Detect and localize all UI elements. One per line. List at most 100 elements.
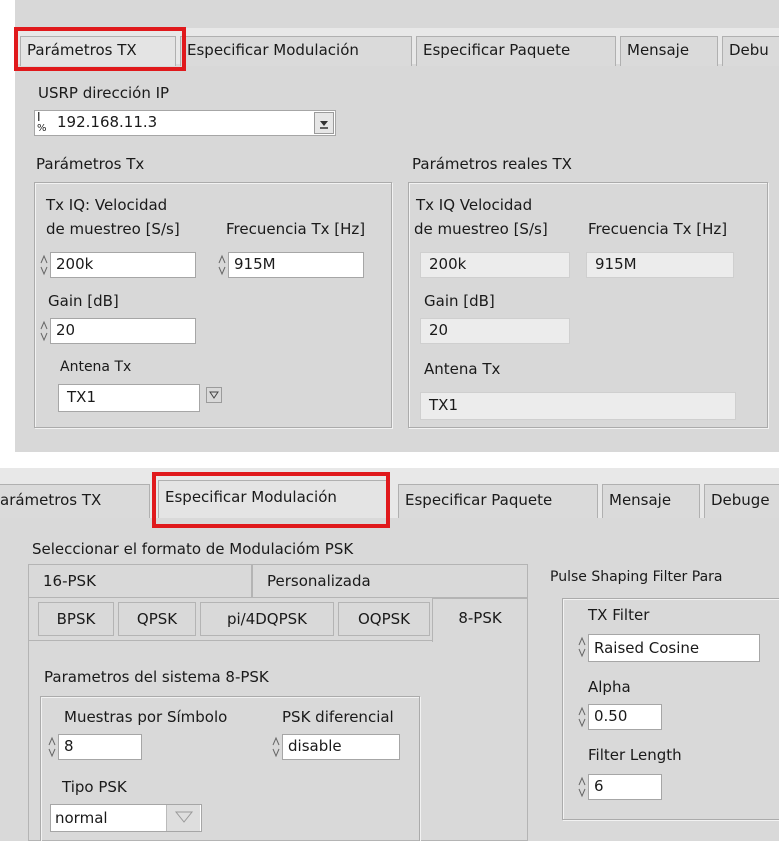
tx-filter-value: Raised Cosine — [594, 639, 700, 657]
freq-value: 915M — [234, 255, 276, 273]
real-gain-display: 20 — [420, 318, 570, 344]
gain-label: Gain [dB] — [48, 292, 119, 310]
gain-input[interactable]: 20 — [50, 318, 196, 344]
rate-label-2: de muestreo [S/s] — [46, 220, 180, 238]
tab-label: Especificar Paquete — [423, 41, 571, 59]
real-freq-display: 915M — [586, 252, 734, 278]
length-label: Filter Length — [588, 746, 682, 764]
alpha-value: 0.50 — [594, 707, 628, 725]
bottom-tab-parametros-tx[interactable]: arámetros TX — [0, 484, 150, 518]
freq-spinner[interactable] — [218, 252, 226, 278]
tx-filter-input[interactable]: Raised Cosine — [588, 634, 760, 662]
tab-label: QPSK — [136, 610, 178, 628]
real-rate-value: 200k — [429, 255, 467, 273]
top-tab-especificar-paquete[interactable]: Especificar Paquete — [416, 36, 616, 66]
samples-input[interactable]: 8 — [58, 734, 142, 760]
samples-value: 8 — [64, 737, 74, 755]
tab-label: Especificar Paquete — [405, 491, 553, 509]
length-input[interactable]: 6 — [588, 774, 662, 800]
real-antenna-display: TX1 — [420, 392, 736, 420]
tx-filter-label: TX Filter — [588, 606, 650, 624]
top-tab-debug[interactable]: Debu — [722, 36, 779, 66]
rate-spinner[interactable] — [40, 252, 48, 278]
real-title: Parámetros reales TX — [412, 155, 572, 173]
antenna-value: TX1 — [67, 388, 96, 406]
freq-label: Frecuencia Tx [Hz] — [226, 220, 366, 238]
ip-value: 192.168.11.3 — [57, 113, 158, 131]
gain-value: 20 — [56, 321, 76, 339]
tab-label: Personalizada — [267, 572, 371, 590]
rate-input[interactable]: 200k — [50, 252, 196, 278]
psk-tab-oqpsk[interactable]: OQPSK — [338, 602, 430, 636]
system-title: Parametros del sistema 8-PSK — [44, 668, 269, 686]
psk-tab-divider — [28, 640, 432, 641]
real-gain-value: 20 — [429, 321, 449, 339]
type-value: normal — [55, 809, 108, 827]
tab-label: Especificar Modulación — [165, 488, 337, 506]
type-label: Tipo PSK — [62, 778, 127, 796]
real-rate-display: 200k — [420, 252, 570, 278]
type-dropdown-button[interactable] — [166, 805, 200, 831]
alpha-label: Alpha — [588, 678, 631, 696]
tab-label: Debu — [729, 41, 769, 59]
ip-label: USRP dirección IP — [38, 84, 170, 102]
samples-spinner[interactable] — [48, 734, 56, 760]
diff-input[interactable]: disable — [282, 734, 400, 760]
tab-label: pi/4DQPSK — [226, 610, 308, 628]
top-tab-parametros-tx[interactable]: Parámetros TX — [20, 36, 176, 66]
tx-filter-spinner[interactable] — [578, 634, 586, 660]
psk-tab-qpsk[interactable]: QPSK — [118, 602, 196, 636]
top-tab-especificar-modulacion[interactable]: Especificar Modulación — [180, 36, 412, 66]
antenna-dropdown-button[interactable] — [206, 387, 222, 403]
tab-label: Debuge — [711, 491, 770, 509]
tab-label: Mensaje — [609, 491, 672, 509]
tab-label: BPSK — [56, 610, 96, 628]
psk-tab-8psk[interactable]: 8-PSK — [432, 598, 528, 642]
top-tab-mensaje[interactable]: Mensaje — [620, 36, 718, 66]
psk-format-label: Seleccionar el formato de Modulacióm PSK — [32, 540, 354, 558]
ip-io-icon: Ι% — [37, 110, 47, 134]
real-rate-label-2: de muestreo [S/s] — [414, 220, 548, 238]
real-gain-label: Gain [dB] — [424, 292, 495, 310]
real-antenna-label: Antena Tx — [424, 360, 501, 378]
diff-value: disable — [288, 737, 342, 755]
psk-tab-bpsk[interactable]: BPSK — [38, 602, 114, 636]
psk-tab-16psk[interactable]: 16-PSK — [28, 564, 252, 598]
samples-label: Muestras por Símbolo — [64, 708, 228, 726]
rate-value: 200k — [56, 255, 94, 273]
rate-label-1: Tx IQ: Velocidad — [46, 196, 168, 214]
ip-address-field[interactable]: 192.168.11.3 — [34, 110, 336, 136]
gain-spinner[interactable] — [40, 318, 48, 344]
psk-tab-personalizada[interactable]: Personalizada — [252, 564, 528, 598]
alpha-spinner[interactable] — [578, 704, 586, 730]
tab-label: Parámetros TX — [27, 41, 137, 59]
bottom-tab-mensaje[interactable]: Mensaje — [602, 484, 700, 518]
tab-label: 16-PSK — [43, 572, 96, 590]
ip-dropdown-button[interactable] — [314, 112, 334, 134]
tab-label: 8-PSK — [458, 609, 502, 627]
bottom-tab-especificar-paquete[interactable]: Especificar Paquete — [398, 484, 598, 518]
length-value: 6 — [594, 777, 604, 795]
diff-label: PSK diferencial — [282, 708, 394, 726]
alpha-input[interactable]: 0.50 — [588, 704, 662, 730]
pulse-title: Pulse Shaping Filter Para — [550, 569, 723, 585]
psk-tab-pi4dqpsk[interactable]: pi/4DQPSK — [200, 602, 334, 636]
bottom-tab-especificar-modulacion[interactable]: Especificar Modulación — [158, 480, 390, 518]
antenna-label: Antena Tx — [60, 359, 132, 375]
real-antenna-value: TX1 — [429, 396, 458, 414]
real-freq-label: Frecuencia Tx [Hz] — [588, 220, 728, 238]
diff-spinner[interactable] — [272, 734, 280, 760]
tab-label: Mensaje — [627, 41, 690, 59]
chevron-down-icon — [320, 121, 328, 129]
freq-input[interactable]: 915M — [228, 252, 364, 278]
bottom-tab-debug[interactable]: Debuge — [704, 484, 779, 518]
tab-label: arámetros TX — [0, 491, 102, 509]
chevron-down-icon — [209, 391, 219, 399]
tab-label: OQPSK — [357, 610, 411, 628]
tab-label: Especificar Modulación — [187, 41, 359, 59]
real-freq-value: 915M — [595, 255, 637, 273]
antenna-input[interactable]: TX1 — [58, 384, 200, 412]
length-spinner[interactable] — [578, 774, 586, 800]
real-rate-label-1: Tx IQ Velocidad — [416, 196, 533, 214]
params-title: Parámetros Tx — [36, 155, 145, 173]
